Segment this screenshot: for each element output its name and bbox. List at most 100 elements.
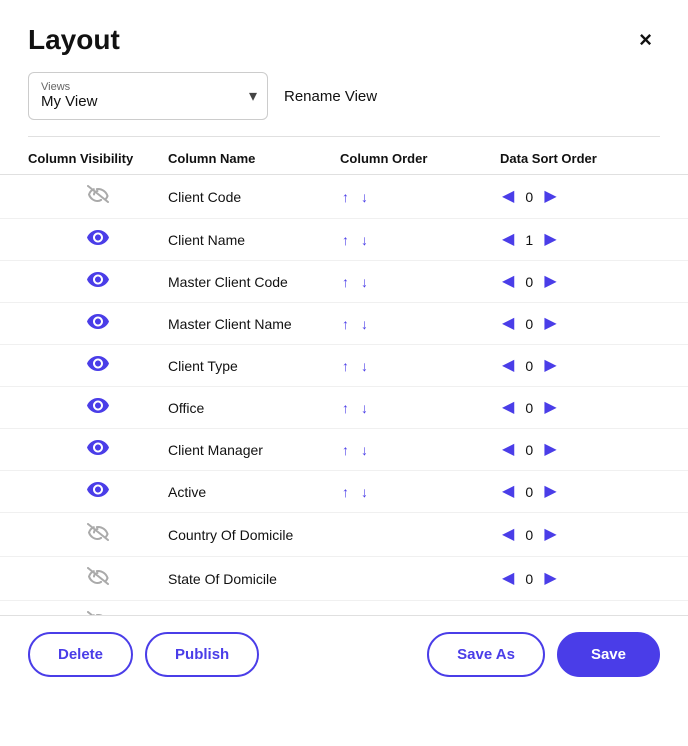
eye-visible-icon[interactable]	[87, 439, 109, 460]
modal-footer: Delete Publish Save As Save	[0, 615, 688, 697]
sort-decrement-button[interactable]: ◀	[500, 274, 516, 290]
eye-visible-icon[interactable]	[87, 397, 109, 418]
table-row: Master Client Name↑↓◀0▶	[0, 303, 688, 345]
order-up-button[interactable]: ↑	[340, 275, 351, 289]
table-row: Active↑ ↓ ◀0▶	[0, 471, 688, 513]
table-row: Client Manager↑↓◀0▶	[0, 429, 688, 471]
table-body: Client Code↑↓◀0▶ Client Name↑↓◀1▶ Master…	[0, 175, 688, 615]
eye-visible-icon[interactable]	[87, 313, 109, 334]
order-arrows-cell: ↑↓	[340, 401, 500, 415]
views-row: Views My View ▾ Rename View	[0, 72, 688, 136]
save-as-button[interactable]: Save As	[427, 632, 545, 677]
table-row: Country Of Domicile◀0▶	[0, 513, 688, 557]
sort-increment-button[interactable]: ▶	[542, 189, 558, 205]
eye-visible-icon[interactable]	[87, 355, 109, 376]
layout-modal: Layout × Views My View ▾ Rename View Col…	[0, 0, 688, 746]
rename-view-button[interactable]: Rename View	[284, 88, 377, 105]
close-button[interactable]: ×	[631, 25, 660, 55]
visibility-cell	[28, 271, 168, 292]
eye-hidden-icon[interactable]	[87, 185, 109, 208]
order-up-button[interactable]: ↑	[340, 401, 351, 415]
modal-title: Layout	[28, 24, 120, 56]
sort-order-cell: ◀0▶	[500, 484, 660, 500]
sort-decrement-button[interactable]: ◀	[500, 442, 516, 458]
sort-decrement-button[interactable]: ◀	[500, 400, 516, 416]
table-row: Client Type↑↓◀0▶	[0, 345, 688, 387]
views-label: Views	[41, 81, 231, 93]
order-up-button[interactable]: ↑	[340, 485, 351, 499]
order-down-button[interactable]: ↓	[359, 443, 370, 457]
order-up-button[interactable]: ↑	[340, 233, 351, 247]
column-name-cell: Master Client Code	[168, 274, 340, 290]
order-up-button[interactable]: ↑	[340, 190, 351, 204]
chevron-down-icon: ▾	[249, 86, 257, 106]
delete-button[interactable]: Delete	[28, 632, 133, 677]
order-down-button[interactable]: ↓	[359, 401, 370, 415]
sort-value: 0	[520, 484, 538, 500]
visibility-cell	[28, 481, 168, 502]
order-down-button[interactable]: ↓	[359, 233, 370, 247]
publish-button[interactable]: Publish	[145, 632, 259, 677]
eye-visible-icon[interactable]	[87, 271, 109, 292]
visibility-cell	[28, 439, 168, 460]
eye-hidden-icon[interactable]	[87, 567, 109, 590]
order-up-button[interactable]: ↑	[340, 317, 351, 331]
sort-value: 0	[520, 571, 538, 587]
eye-visible-icon[interactable]	[87, 481, 109, 502]
sort-value: 0	[520, 274, 538, 290]
sort-value: 1	[520, 232, 538, 248]
visibility-cell	[28, 229, 168, 250]
save-button[interactable]: Save	[557, 632, 660, 677]
sort-decrement-button[interactable]: ◀	[500, 232, 516, 248]
order-arrows-cell: ↑↓	[340, 317, 500, 331]
views-select[interactable]: Views My View ▾	[28, 72, 268, 120]
order-up-button[interactable]: ↑	[340, 443, 351, 457]
sort-order-cell: ◀0▶	[500, 358, 660, 374]
sort-decrement-button[interactable]: ◀	[500, 527, 516, 543]
visibility-cell	[28, 185, 168, 208]
sort-increment-button[interactable]: ▶	[542, 442, 558, 458]
sort-decrement-button[interactable]: ◀	[500, 571, 516, 587]
sort-increment-button[interactable]: ▶	[542, 274, 558, 290]
sort-order-cell: ◀0▶	[500, 274, 660, 290]
sort-order-cell: ◀0▶	[500, 316, 660, 332]
sort-increment-button[interactable]: ▶	[542, 400, 558, 416]
sort-increment-button[interactable]: ▶	[542, 484, 558, 500]
order-down-button[interactable]: ↓	[359, 485, 370, 499]
sort-increment-button[interactable]: ▶	[542, 358, 558, 374]
order-down-button[interactable]: ↓	[359, 359, 370, 373]
modal-header: Layout ×	[0, 0, 688, 72]
sort-value: 0	[520, 189, 538, 205]
col-sort-header: Data Sort Order	[500, 151, 660, 166]
sort-increment-button[interactable]: ▶	[542, 571, 558, 587]
visibility-cell	[28, 567, 168, 590]
order-arrows-cell: ↑↓	[340, 275, 500, 289]
sort-value: 0	[520, 358, 538, 374]
sort-decrement-button[interactable]: ◀	[500, 358, 516, 374]
col-visibility-header: Column Visibility	[28, 151, 168, 166]
column-name-cell: Client Name	[168, 232, 340, 248]
order-up-button[interactable]: ↑	[340, 359, 351, 373]
views-value: My View	[41, 93, 97, 110]
sort-increment-button[interactable]: ▶	[542, 316, 558, 332]
sort-order-cell: ◀0▶	[500, 400, 660, 416]
column-name-cell: Active	[168, 484, 340, 500]
eye-visible-icon[interactable]	[87, 229, 109, 250]
order-down-button[interactable]: ↓	[359, 275, 370, 289]
column-name-cell: Country Of Domicile	[168, 527, 340, 543]
sort-increment-button[interactable]: ▶	[542, 527, 558, 543]
table-row: State Of Domicile◀0▶	[0, 557, 688, 601]
eye-hidden-icon[interactable]	[87, 523, 109, 546]
sort-decrement-button[interactable]: ◀	[500, 316, 516, 332]
order-down-button[interactable]: ↓	[359, 190, 370, 204]
table-row: Office↑↓◀0▶	[0, 387, 688, 429]
sort-increment-button[interactable]: ▶	[542, 232, 558, 248]
col-name-header: Column Name	[168, 151, 340, 166]
column-name-cell: Client Type	[168, 358, 340, 374]
column-name-cell: Client Manager	[168, 442, 340, 458]
order-arrows-cell: ↑↓	[340, 359, 500, 373]
order-down-button[interactable]: ↓	[359, 317, 370, 331]
sort-decrement-button[interactable]: ◀	[500, 189, 516, 205]
footer-right: Save As Save	[427, 632, 660, 677]
sort-decrement-button[interactable]: ◀	[500, 484, 516, 500]
